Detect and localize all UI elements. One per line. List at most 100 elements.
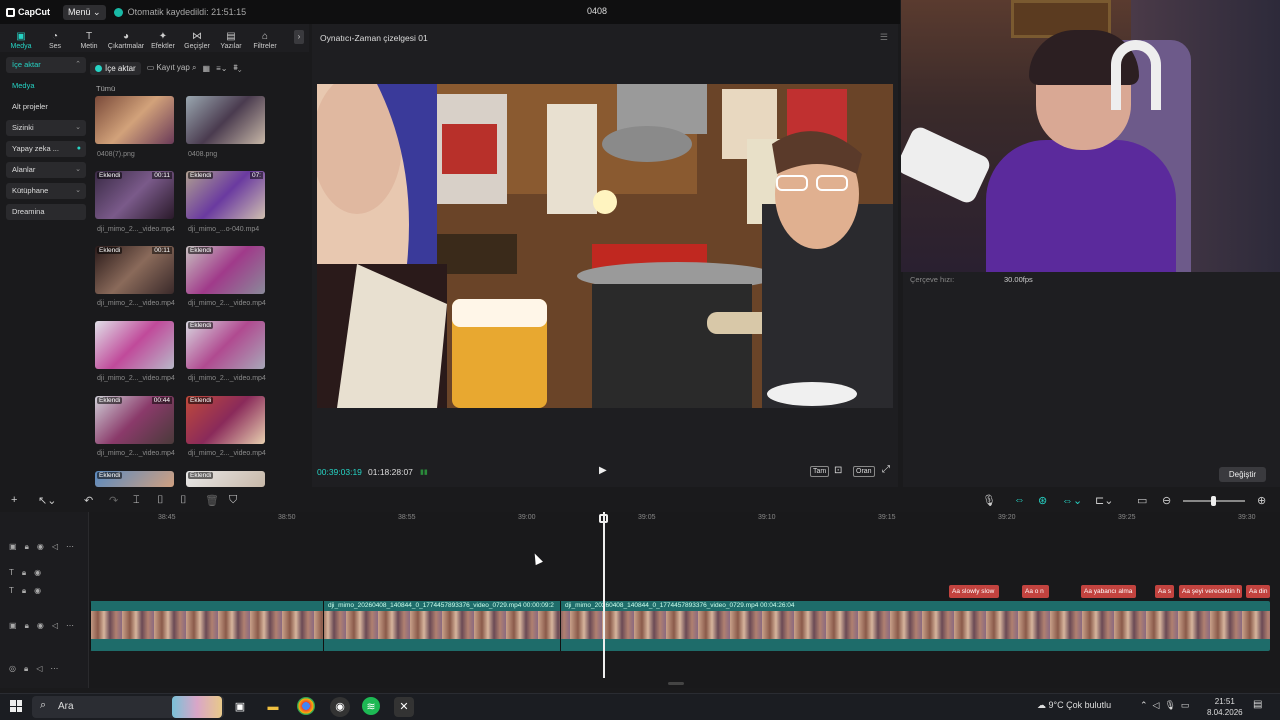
nav-library[interactable]: Kütüphane ⌄ [6,183,86,199]
nav-spaces[interactable]: Alanlar ⌄ [6,162,86,178]
video-clip[interactable] [90,601,323,651]
microphone-icon[interactable]: 🎙 [982,494,996,507]
media-thumb[interactable] [95,321,174,369]
tab-stickers[interactable]: ◕ Çıkartmalar [106,26,146,52]
delete-icon[interactable]: 🗑 [205,494,219,507]
import-button[interactable]: İçe aktar [90,61,141,75]
spotify-icon[interactable]: ≋ [362,697,380,715]
subtitle-clip[interactable]: Aa şeyi verecektin h [1179,585,1242,598]
eye-icon[interactable]: ◉ [37,621,44,631]
subtitle-clip[interactable]: Aa s [1155,585,1174,598]
menu-button[interactable]: Menü ⌄ [63,4,106,20]
speaker-icon[interactable]: ◁ [52,621,58,631]
media-thumb[interactable]: Eklendi [95,471,174,487]
caption-icon[interactable]: ▭ [1137,494,1147,507]
redo-icon[interactable]: ↷ [109,494,118,507]
speaker-icon[interactable]: ◁ [36,664,42,674]
filter-icon[interactable]: ⩩⌄ [233,63,241,73]
more-icon[interactable]: ⋯ [50,664,58,674]
tab-audio[interactable]: ◔ Ses [38,26,72,52]
menu-icon[interactable]: ☰ [880,32,888,43]
magnet-icon[interactable]: ⊛ [1038,494,1047,507]
record-button[interactable]: ▭ Kayıt yap ⌕ [147,63,197,73]
shield-icon[interactable]: ⛉ [229,494,237,507]
aspect-ratio-button[interactable]: Oran [853,466,875,477]
media-thumb[interactable]: Eklendi [186,246,265,294]
cover-icon[interactable]: ▣ [9,542,17,552]
lock-icon[interactable]: 🔒︎ [25,621,29,631]
lock-icon[interactable]: 🔒︎ [24,664,28,674]
zoom-in-icon[interactable]: ⊕ [1257,494,1266,507]
change-button[interactable]: Değiştir [1218,467,1266,482]
eye-icon[interactable]: ◉ [34,568,41,578]
nav-ai[interactable]: Yapay zeka ... ● [6,141,86,157]
eye-icon[interactable]: ◉ [37,542,44,552]
subtitle-clip[interactable]: Aa yabancı alma [1081,585,1136,598]
nav-subprojects[interactable]: Alt projeler [6,99,86,115]
weather-widget[interactable]: ☁ 9°C Çok bulutlu [1037,700,1111,711]
taskbar-search[interactable]: ⌕ Ara [32,696,224,718]
subtitle-clip[interactable]: Aa din [1246,585,1270,598]
trim-right-icon[interactable]: ⌷ [180,494,187,507]
media-thumb[interactable]: Eklendi 00:11 [95,246,174,294]
media-thumb[interactable]: Eklendi [186,396,265,444]
play-icon[interactable]: ▶ [599,465,607,476]
tab-transitions[interactable]: ⋈ Geçişler [180,26,214,52]
more-icon[interactable]: ⋯ [66,621,74,631]
grid-view-icon[interactable]: ▦ [203,64,211,73]
subtitle-clip[interactable]: Aa o n [1022,585,1049,598]
undo-icon[interactable]: ↶ [84,494,93,507]
crop-icon[interactable]: ⊡ [834,465,842,476]
add-icon[interactable]: + [11,494,17,506]
playhead[interactable] [603,512,605,678]
fullscreen-icon[interactable]: ⤢ [882,464,890,475]
preview-axis-icon[interactable]: ⊏⌄ [1095,494,1113,507]
system-tray[interactable]: ⌃◁🎙▭ [1140,700,1194,711]
time-ruler[interactable]: 38:45 38:50 38:55 39:00 39:05 39:10 39:1… [90,512,1280,526]
subtitle-clip[interactable]: Aa slowly slow [949,585,999,598]
media-thumb[interactable] [95,96,174,144]
nav-media[interactable]: Medya [6,78,86,94]
lock-icon[interactable]: 🔒︎ [22,586,26,596]
lock-icon[interactable]: 🔒︎ [22,568,26,578]
file-explorer-icon[interactable]: ▬ [263,697,283,717]
select-cursor-icon[interactable]: ↖⌄ [38,494,56,507]
media-thumb[interactable]: Eklendi [186,321,265,369]
nav-yours[interactable]: Sizinki ⌄ [6,120,86,136]
video-preview[interactable] [317,84,893,408]
video-track[interactable]: dji_mimo_20260408_140844_0_1774457893376… [90,601,1270,651]
chevron-right-icon[interactable]: › [294,30,304,44]
more-icon[interactable]: ⋯ [66,542,74,552]
zoom-slider-handle[interactable] [1211,496,1216,506]
tab-text[interactable]: T Metin [72,26,106,52]
media-thumb[interactable]: Eklendi 07: [186,171,265,219]
media-thumb[interactable]: Eklendi 00:11 [95,171,174,219]
windows-start-icon[interactable] [10,700,22,712]
media-thumb[interactable]: Eklendi [186,471,265,487]
clock[interactable]: 21:51 8.04.2026 [1207,696,1243,718]
tab-media[interactable]: ▣ Medya [4,26,38,52]
trim-left-icon[interactable]: ⌷ [157,494,164,507]
obs-icon[interactable]: ◉ [330,697,350,717]
speaker-icon[interactable]: ◁ [52,542,58,552]
notification-icon[interactable]: ▤ [1253,699,1262,710]
media-thumb[interactable] [186,96,265,144]
nav-import[interactable]: İçe aktar ⌃ [6,57,86,73]
chrome-icon[interactable] [297,697,315,715]
video-clip[interactable]: dji_mimo_20260408_140844_0_1774457893376… [560,601,1270,651]
tab-filters[interactable]: ⌂ Filtreler [248,26,282,52]
all-filter-label[interactable]: Tümü [96,84,115,93]
lock-icon[interactable]: 🔒︎ [25,542,29,552]
zoom-out-icon[interactable]: ⊖ [1162,494,1171,507]
capcut-taskbar-icon[interactable]: ✕ [394,697,414,717]
sort-icon[interactable]: ≡⌄ [216,64,227,73]
nav-dreamina[interactable]: Dreamina [6,204,86,220]
project-name[interactable]: 0408 [587,6,607,16]
eye-icon[interactable]: ◉ [34,586,41,596]
tab-captions[interactable]: ▤ Yazılar [214,26,248,52]
link-icon[interactable]: ⇔ [1014,494,1025,506]
split-icon[interactable]: ⌶ [133,494,140,507]
snap-icon[interactable]: ⇔⌄ [1062,494,1082,507]
task-view-icon[interactable]: ▣ [230,697,250,717]
tab-effects[interactable]: ✦ Efektler [146,26,180,52]
